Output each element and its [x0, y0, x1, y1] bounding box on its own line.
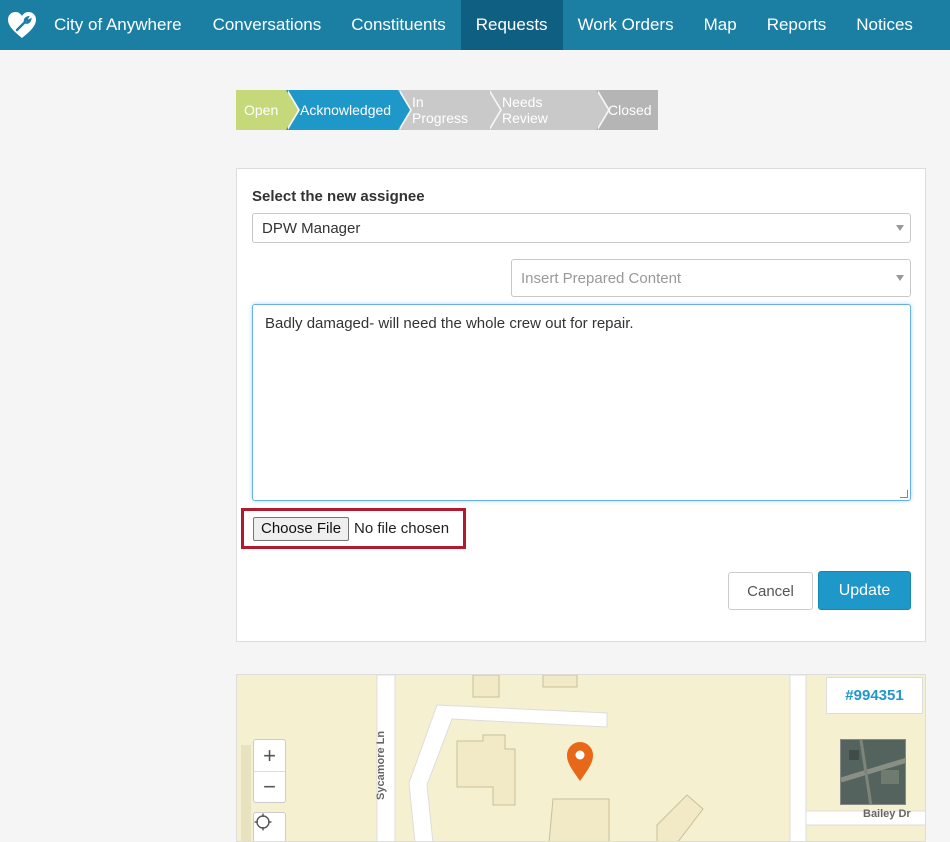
step-acknowledged[interactable]: Acknowledged	[286, 90, 412, 130]
step-needs-review-label: Needs Review	[502, 94, 548, 126]
street-label-sycamore: Sycamore Ln	[375, 730, 387, 800]
brand[interactable]: City of Anywhere	[0, 0, 198, 50]
top-nav: City of Anywhere Conversations Constitue…	[0, 0, 950, 50]
chevron-down-icon	[896, 275, 904, 281]
step-closed-label: Closed	[608, 102, 652, 118]
nav-item-requests[interactable]: Requests	[460, 0, 563, 50]
file-status: No file chosen	[354, 520, 450, 537]
assign-panel: Select the new assignee DPW Manager Inse…	[236, 168, 926, 642]
chevron-down-icon	[896, 225, 904, 231]
status-steps: Open Acknowledged In Progress Needs Revi…	[236, 90, 658, 130]
comment-text: Badly damaged- will need the whole crew …	[265, 315, 634, 332]
nav-item-notices[interactable]: Notices	[841, 0, 928, 50]
request-map[interactable]: + − #994351 Sycamore Ln Bailey Dr	[236, 674, 926, 842]
heart-wrench-icon	[6, 9, 38, 41]
locate-button[interactable]	[253, 812, 286, 841]
nav-item-work-orders[interactable]: Work Orders	[563, 0, 689, 50]
zoom-out-button[interactable]: −	[254, 771, 285, 802]
assignee-select[interactable]: DPW Manager	[252, 213, 911, 243]
request-id-badge: #994351	[826, 677, 923, 714]
satellite-layer-toggle[interactable]	[840, 739, 906, 805]
assignee-value: DPW Manager	[262, 219, 361, 237]
step-acknowledged-label: Acknowledged	[300, 102, 392, 118]
update-button[interactable]: Update	[818, 571, 911, 610]
step-needs-review[interactable]: Needs Review	[488, 90, 610, 130]
step-open-label: Open	[244, 102, 279, 118]
nav-item-conversations[interactable]: Conversations	[198, 0, 337, 50]
brand-name: City of Anywhere	[54, 15, 182, 34]
comment-textarea[interactable]: Badly damaged- will need the whole crew …	[252, 304, 911, 501]
map-tiles	[241, 675, 925, 841]
file-upload: Choose File No file chosen	[241, 508, 466, 549]
prepared-content-placeholder: Insert Prepared Content	[521, 269, 682, 287]
zoom-in-button[interactable]: +	[254, 740, 285, 771]
nav-item-map[interactable]: Map	[689, 0, 752, 50]
nav-item-constituents[interactable]: Constituents	[336, 0, 461, 50]
street-label-bailey: Bailey Dr	[863, 808, 911, 820]
step-in-progress-label: In Progress	[412, 94, 469, 126]
step-open[interactable]: Open	[236, 90, 300, 130]
prepared-content-select[interactable]: Insert Prepared Content	[511, 259, 911, 297]
resize-handle-icon[interactable]	[900, 490, 908, 498]
crosshair-icon	[254, 813, 272, 831]
cancel-button[interactable]: Cancel	[728, 572, 813, 610]
choose-file-button[interactable]: Choose File	[253, 516, 350, 541]
nav-item-reports[interactable]: Reports	[752, 0, 842, 50]
zoom-control: + −	[253, 739, 286, 803]
assignee-label: Select the new assignee	[252, 188, 425, 205]
